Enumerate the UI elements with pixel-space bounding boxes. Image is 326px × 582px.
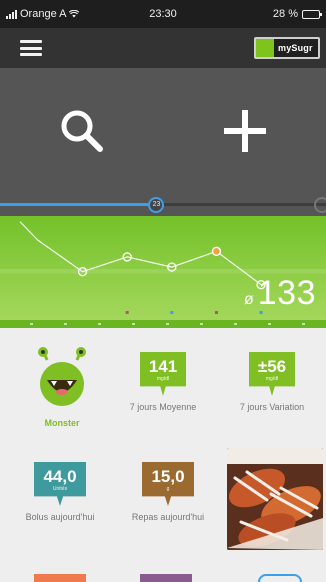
variation-badge-value: ±56	[257, 356, 287, 376]
baseline-tick	[268, 323, 271, 325]
slider-fill	[0, 203, 157, 206]
event-marker	[125, 311, 129, 314]
meals-tile[interactable]: 15,0 g Repas aujourd'hui	[114, 462, 222, 523]
slider-end-handle[interactable]	[314, 197, 326, 213]
average-value: 133	[257, 274, 316, 312]
status-bar: Orange A 23:30 28 %	[0, 0, 326, 28]
variation-badge: ±56 mg/dl	[249, 352, 295, 396]
baseline-tick	[234, 323, 237, 325]
variation-label: 7 jours Variation	[239, 402, 305, 412]
average-symbol: ø	[243, 291, 254, 308]
monster-label: Monster	[44, 418, 80, 428]
timeline-slider[interactable]: 23	[0, 194, 326, 216]
dashboard-tiles: Monster 141 mg/dl 7 jours Moyenne ±56 mg…	[0, 328, 326, 582]
slider-thumb[interactable]: 23	[148, 197, 165, 213]
app-toolbar: mySugr	[0, 28, 326, 68]
chart-baseline	[0, 320, 326, 328]
battery-icon	[302, 9, 322, 19]
baseline-tick	[166, 323, 169, 325]
battery-info: 28 %	[272, 8, 322, 20]
variation-badge-unit: mg/dl	[265, 375, 279, 382]
baseline-tick	[98, 323, 101, 325]
bolus-label: Bolus aujourd'hui	[25, 512, 95, 522]
search-icon	[61, 110, 103, 152]
current-average: ø 133	[244, 274, 316, 313]
baseline-tick	[132, 323, 135, 325]
bolus-badge-value: 44,0	[43, 466, 77, 486]
monster-tile[interactable]: Monster	[8, 346, 116, 428]
next-tile-purple[interactable]	[140, 574, 192, 582]
event-marker	[170, 311, 174, 314]
series-line-lead	[19, 221, 39, 241]
meals-badge-value: 15,0	[151, 466, 185, 486]
meals-label: Repas aujourd'hui	[131, 512, 205, 522]
average-badge: 141 mg/dl	[140, 352, 186, 396]
logo-text: mySugr	[278, 43, 313, 53]
logo-mark	[256, 39, 274, 57]
hamburger-menu-icon[interactable]	[20, 38, 42, 58]
target-range-band	[0, 268, 326, 274]
average-label: 7 jours Moyenne	[129, 402, 197, 412]
food-photo-icon	[227, 448, 323, 550]
glucose-point-highlight	[211, 246, 222, 257]
variation-tile[interactable]: ±56 mg/dl 7 jours Variation	[218, 352, 326, 413]
meals-badge-unit: g	[166, 485, 170, 492]
glucose-chart[interactable]: ø 133	[0, 216, 326, 328]
next-tile-orange[interactable]	[34, 574, 86, 582]
monster-icon	[38, 347, 86, 406]
action-panel	[0, 68, 326, 194]
average-badge-unit: mg/dl	[156, 375, 170, 382]
bolus-tile[interactable]: 44,0 Unités Bolus aujourd'hui	[6, 462, 114, 523]
bolus-badge: 44,0 Unités	[34, 462, 86, 506]
meal-photo-tile[interactable]	[227, 448, 323, 550]
baseline-tick	[302, 323, 305, 325]
mysugr-logo: mySugr	[254, 37, 320, 59]
glucose-series-line	[37, 239, 262, 286]
baseline-tick	[30, 323, 33, 325]
baseline-tick	[200, 323, 203, 325]
average-tile[interactable]: 141 mg/dl 7 jours Moyenne	[109, 352, 217, 413]
plus-icon	[223, 110, 266, 152]
battery-label: 28 %	[272, 8, 298, 20]
event-marker	[214, 311, 218, 314]
search-button[interactable]	[0, 68, 163, 194]
meals-badge: 15,0 g	[142, 462, 194, 506]
average-badge-value: 141	[148, 356, 178, 376]
baseline-tick	[64, 323, 67, 325]
bolus-badge-unit: Unités	[52, 485, 68, 492]
add-entry-button[interactable]	[163, 68, 326, 194]
next-tile-circle[interactable]	[258, 574, 302, 582]
slider-track: 23	[0, 197, 326, 213]
